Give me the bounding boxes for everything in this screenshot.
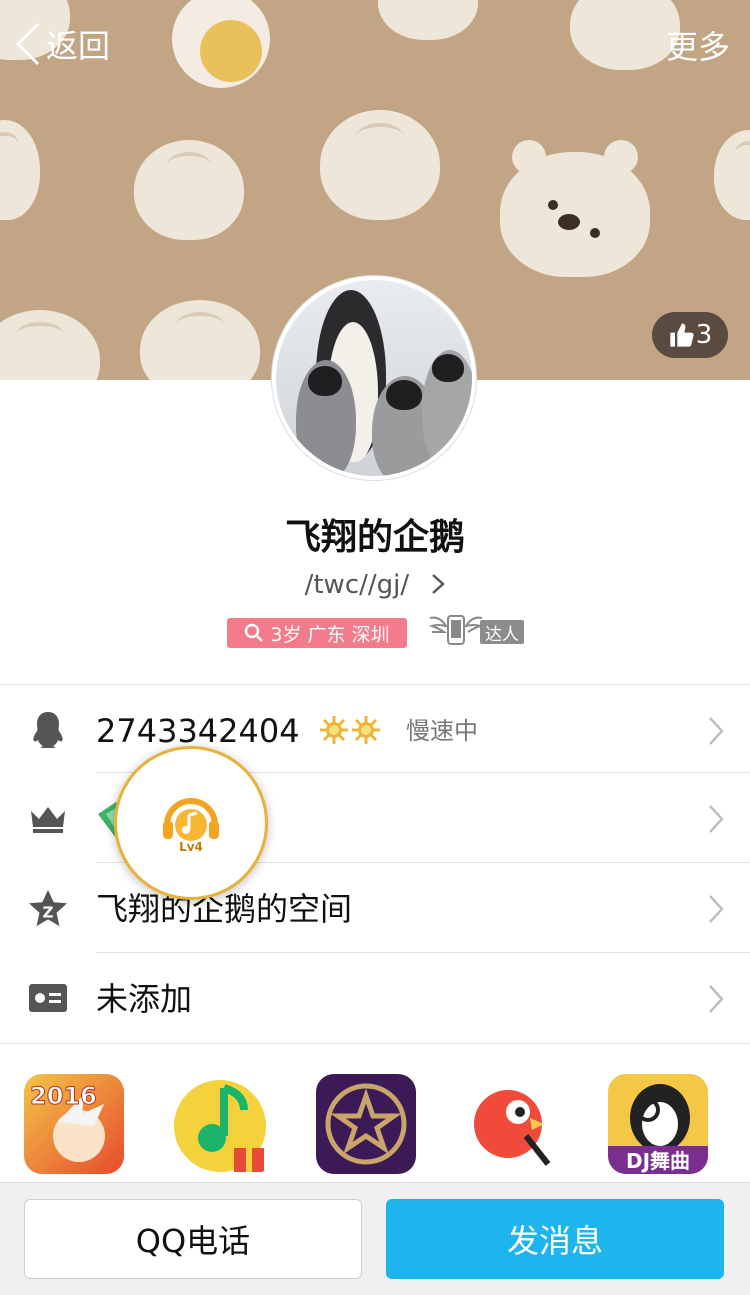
app-name: 2016	[30, 1082, 97, 1110]
app-icon[interactable]	[466, 1074, 566, 1174]
chevron-left-icon	[16, 22, 40, 66]
music-level-icon: Lv4	[163, 798, 219, 854]
avatar[interactable]	[272, 276, 476, 480]
signature[interactable]: /twc//gj/	[0, 570, 750, 600]
sun-level-icon	[320, 716, 380, 744]
qq-call-button[interactable]: QQ电话	[24, 1199, 362, 1279]
bottom-action-bar: QQ电话 发消息	[0, 1182, 750, 1295]
egg-decoration	[172, 0, 270, 88]
svg-text:Z: Z	[42, 904, 53, 922]
wing-phone-icon	[428, 615, 484, 645]
like-button[interactable]: 3	[652, 312, 728, 358]
bun-decoration	[378, 0, 478, 40]
app-icon[interactable]	[316, 1074, 416, 1174]
bun-decoration	[0, 310, 100, 380]
qq-penguin-icon	[28, 710, 68, 750]
qzone-star-icon: Z	[28, 888, 68, 928]
qq-status: 慢速中	[406, 717, 478, 745]
app-name: DJ舞曲	[626, 1149, 690, 1173]
app-icon[interactable]	[172, 1074, 272, 1174]
profile-tag-text: 3岁 广东 深圳	[270, 623, 390, 646]
daren-label: 达人	[480, 620, 524, 645]
crown-icon	[28, 798, 68, 838]
music-level-label: Lv4	[179, 840, 203, 854]
search-icon	[245, 623, 264, 642]
card-row[interactable]: 未添加	[0, 954, 750, 1044]
chevron-right-icon	[709, 895, 724, 923]
app-icon[interactable]: DJ舞曲	[608, 1074, 708, 1174]
like-count: 3	[695, 320, 713, 350]
chevron-right-icon	[709, 985, 724, 1013]
profile-tag: 3岁 广东 深圳	[227, 618, 407, 648]
bun-decoration	[140, 300, 260, 380]
divider	[0, 684, 750, 685]
bun-decoration	[714, 130, 750, 220]
bun-decoration	[320, 110, 440, 220]
divider	[0, 1043, 750, 1044]
divider	[96, 952, 750, 953]
app-list: 2016 DJ舞曲	[0, 1064, 750, 1182]
bear-decoration	[500, 140, 650, 277]
bun-decoration	[134, 140, 244, 240]
app-icon[interactable]: 2016	[24, 1074, 124, 1174]
id-card-icon	[28, 978, 68, 1018]
vip-badges-row[interactable]	[0, 774, 750, 864]
bun-decoration	[570, 0, 680, 70]
signature-text: /twc//gj/	[304, 570, 410, 600]
qzone-row[interactable]: Z 飞翔的企鹅的空间	[0, 864, 750, 954]
card-label: 未添加	[96, 980, 193, 1018]
magnifier-highlight: Lv4	[114, 746, 268, 900]
daren-badge[interactable]: 达人	[428, 612, 524, 648]
send-message-button[interactable]: 发消息	[386, 1199, 724, 1279]
chevron-right-icon	[709, 717, 724, 745]
chevron-right-icon	[709, 805, 724, 833]
thumbs-up-icon	[670, 323, 694, 347]
more-button[interactable]: 更多	[666, 22, 730, 68]
qq-number-row[interactable]: 2743342404 慢速中	[0, 686, 750, 776]
chevron-right-icon	[432, 574, 446, 594]
bun-decoration	[0, 120, 40, 220]
back-label: 返回	[46, 27, 111, 65]
back-button[interactable]: 返回	[16, 20, 110, 68]
nickname: 飞翔的企鹅	[284, 517, 465, 558]
